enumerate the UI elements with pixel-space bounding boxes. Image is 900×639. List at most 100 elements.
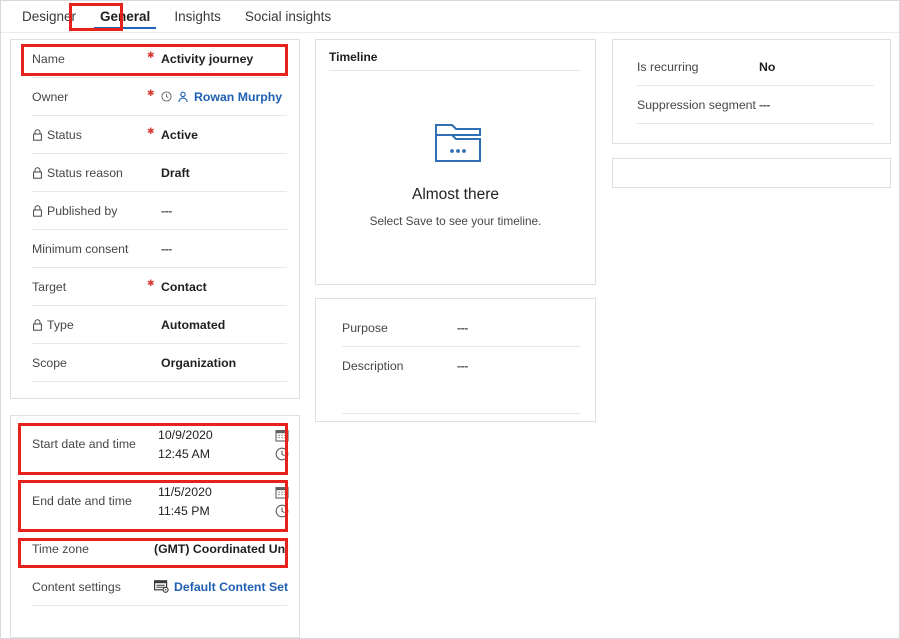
end-date-line[interactable]: 11/5/2020 — [154, 485, 289, 499]
field-label-scope: Scope — [32, 356, 147, 370]
field-value-owner[interactable]: Rowan Murphy — [161, 90, 282, 104]
field-label-status-reason-text: Status reason — [47, 165, 123, 180]
field-label-target-text: Target — [32, 279, 67, 294]
field-value-suppression-segment: --- — [759, 97, 770, 112]
field-label-end-date-time-text: End date and time — [32, 494, 132, 508]
row-separator — [32, 381, 287, 382]
clock-icon[interactable] — [271, 447, 289, 461]
timeline-card: Timeline Almost there Select Save to see… — [315, 39, 596, 285]
field-row-name[interactable]: Name ✱ Activity journey — [11, 40, 299, 77]
field-value-description: --- — [457, 358, 468, 373]
required-asterisk-target: ✱ — [147, 278, 155, 288]
end-date-value: 11/5/2020 — [158, 484, 212, 499]
tab-social-insights-label: Social insights — [244, 9, 332, 24]
tab-social-insights[interactable]: Social insights — [233, 1, 343, 32]
field-row-target[interactable]: Target ✱ Contact — [11, 268, 299, 305]
field-value-published-by: --- — [161, 203, 172, 218]
field-row-owner[interactable]: Owner ✱ Rowan Murphy — [11, 78, 299, 115]
lock-icon — [32, 166, 43, 179]
row-separator — [637, 123, 874, 124]
field-label-content-settings-text: Content settings — [32, 579, 121, 594]
field-label-is-recurring-text: Is recurring — [637, 59, 699, 74]
required-asterisk-name: ✱ — [147, 50, 155, 60]
field-value-owner-text: Rowan Murphy — [194, 89, 283, 104]
field-row-status: Status ✱ Active — [11, 116, 299, 153]
field-label-name: Name — [32, 52, 147, 66]
field-label-type-text: Type — [47, 317, 74, 332]
content-settings-icon — [154, 580, 169, 593]
timeline-card-title: Timeline — [329, 50, 378, 64]
field-label-content-settings: Content settings — [32, 580, 154, 594]
start-time-line[interactable]: 12:45 AM — [154, 447, 289, 461]
field-label-name-text: Name — [32, 51, 65, 66]
field-row-end-date-time[interactable]: End date and time 11/5/2020 11:45 PM — [11, 473, 299, 529]
clock-icon[interactable] — [271, 504, 289, 518]
field-row-content-settings[interactable]: Content settings Default Content Set... — [11, 568, 299, 605]
field-label-description: Description — [342, 359, 457, 373]
timeline-empty-heading: Almost there — [411, 185, 499, 203]
field-value-type: Automated — [161, 317, 226, 332]
recent-items-icon — [161, 91, 172, 102]
field-row-description[interactable]: Description --- — [316, 347, 595, 384]
tab-insights[interactable]: Insights — [162, 1, 233, 32]
field-label-is-recurring: Is recurring — [637, 60, 759, 74]
field-label-purpose: Purpose — [342, 321, 457, 335]
field-value-minimum-consent: --- — [161, 241, 172, 256]
folder-empty-icon — [430, 119, 482, 172]
end-time-line[interactable]: 11:45 PM — [154, 504, 289, 518]
field-label-published-by: Published by — [32, 204, 147, 218]
tab-designer-label: Designer — [22, 9, 77, 24]
field-row-time-zone[interactable]: Time zone (GMT) Coordinated Universal Ti… — [11, 530, 299, 567]
field-row-minimum-consent[interactable]: Minimum consent --- — [11, 230, 299, 267]
field-value-content-settings[interactable]: Default Content Set... — [154, 580, 289, 594]
general-fields-list: Name ✱ Activity journey Owner ✱ Rowan Mu… — [11, 40, 299, 382]
tab-designer[interactable]: Designer — [10, 1, 88, 32]
field-label-end-date-time: End date and time — [32, 494, 154, 508]
tab-bar-divider — [1, 32, 899, 33]
start-date-time-values: 10/9/2020 12:45 AM — [154, 428, 289, 461]
field-label-target: Target — [32, 280, 147, 294]
field-row-purpose[interactable]: Purpose --- — [316, 309, 595, 346]
tab-general[interactable]: General — [88, 1, 162, 32]
field-row-scope[interactable]: Scope Organization — [11, 344, 299, 381]
field-label-suppression-segment: Suppression segment — [637, 98, 759, 112]
tab-active-underline — [94, 26, 157, 29]
field-row-suppression-segment[interactable]: Suppression segment --- — [613, 86, 890, 123]
schedule-card: Start date and time 10/9/2020 12:45 AM E… — [10, 415, 300, 638]
person-icon — [177, 91, 189, 103]
field-value-name: Activity journey — [161, 51, 254, 66]
field-row-start-date-time[interactable]: Start date and time 10/9/2020 12:45 AM — [11, 416, 299, 472]
calendar-icon[interactable] — [271, 485, 289, 499]
lock-icon — [32, 204, 43, 217]
field-label-type: Type — [32, 318, 147, 332]
journey-general-page: Designer General Insights Social insight… — [0, 0, 900, 639]
field-value-is-recurring: No — [759, 59, 776, 74]
required-asterisk-status: ✱ — [147, 126, 155, 136]
field-label-status-reason: Status reason — [32, 166, 147, 180]
field-row-is-recurring[interactable]: Is recurring No — [613, 48, 890, 85]
empty-panel — [612, 158, 891, 188]
field-value-time-zone: (GMT) Coordinated Universal Time — [154, 541, 289, 556]
field-label-minimum-consent-text: Minimum consent — [32, 241, 129, 256]
required-asterisk-owner: ✱ — [147, 88, 155, 98]
timeline-empty-subtext: Select Save to see your timeline. — [369, 213, 542, 228]
recurrence-card: Is recurring No Suppression segment --- — [612, 39, 891, 144]
start-time-value: 12:45 AM — [158, 446, 210, 461]
field-label-status: Status — [32, 128, 147, 142]
row-separator — [342, 413, 581, 414]
calendar-icon[interactable] — [271, 428, 289, 442]
general-fields-card: Name ✱ Activity journey Owner ✱ Rowan Mu… — [10, 39, 300, 399]
field-value-status: Active — [161, 127, 198, 142]
field-row-type: Type Automated — [11, 306, 299, 343]
end-time-value: 11:45 PM — [158, 503, 210, 518]
lock-icon — [32, 128, 43, 141]
field-label-suppression-segment-text: Suppression segment — [637, 97, 756, 112]
field-label-purpose-text: Purpose — [342, 320, 388, 335]
field-label-scope-text: Scope — [32, 355, 67, 370]
start-date-line[interactable]: 10/9/2020 — [154, 428, 289, 442]
field-value-content-settings-text: Default Content Set... — [174, 579, 289, 594]
field-value-purpose: --- — [457, 320, 468, 335]
field-value-status-reason: Draft — [161, 165, 190, 180]
timeline-empty-state: Almost there Select Save to see your tim… — [316, 71, 595, 267]
field-label-minimum-consent: Minimum consent — [32, 242, 147, 256]
